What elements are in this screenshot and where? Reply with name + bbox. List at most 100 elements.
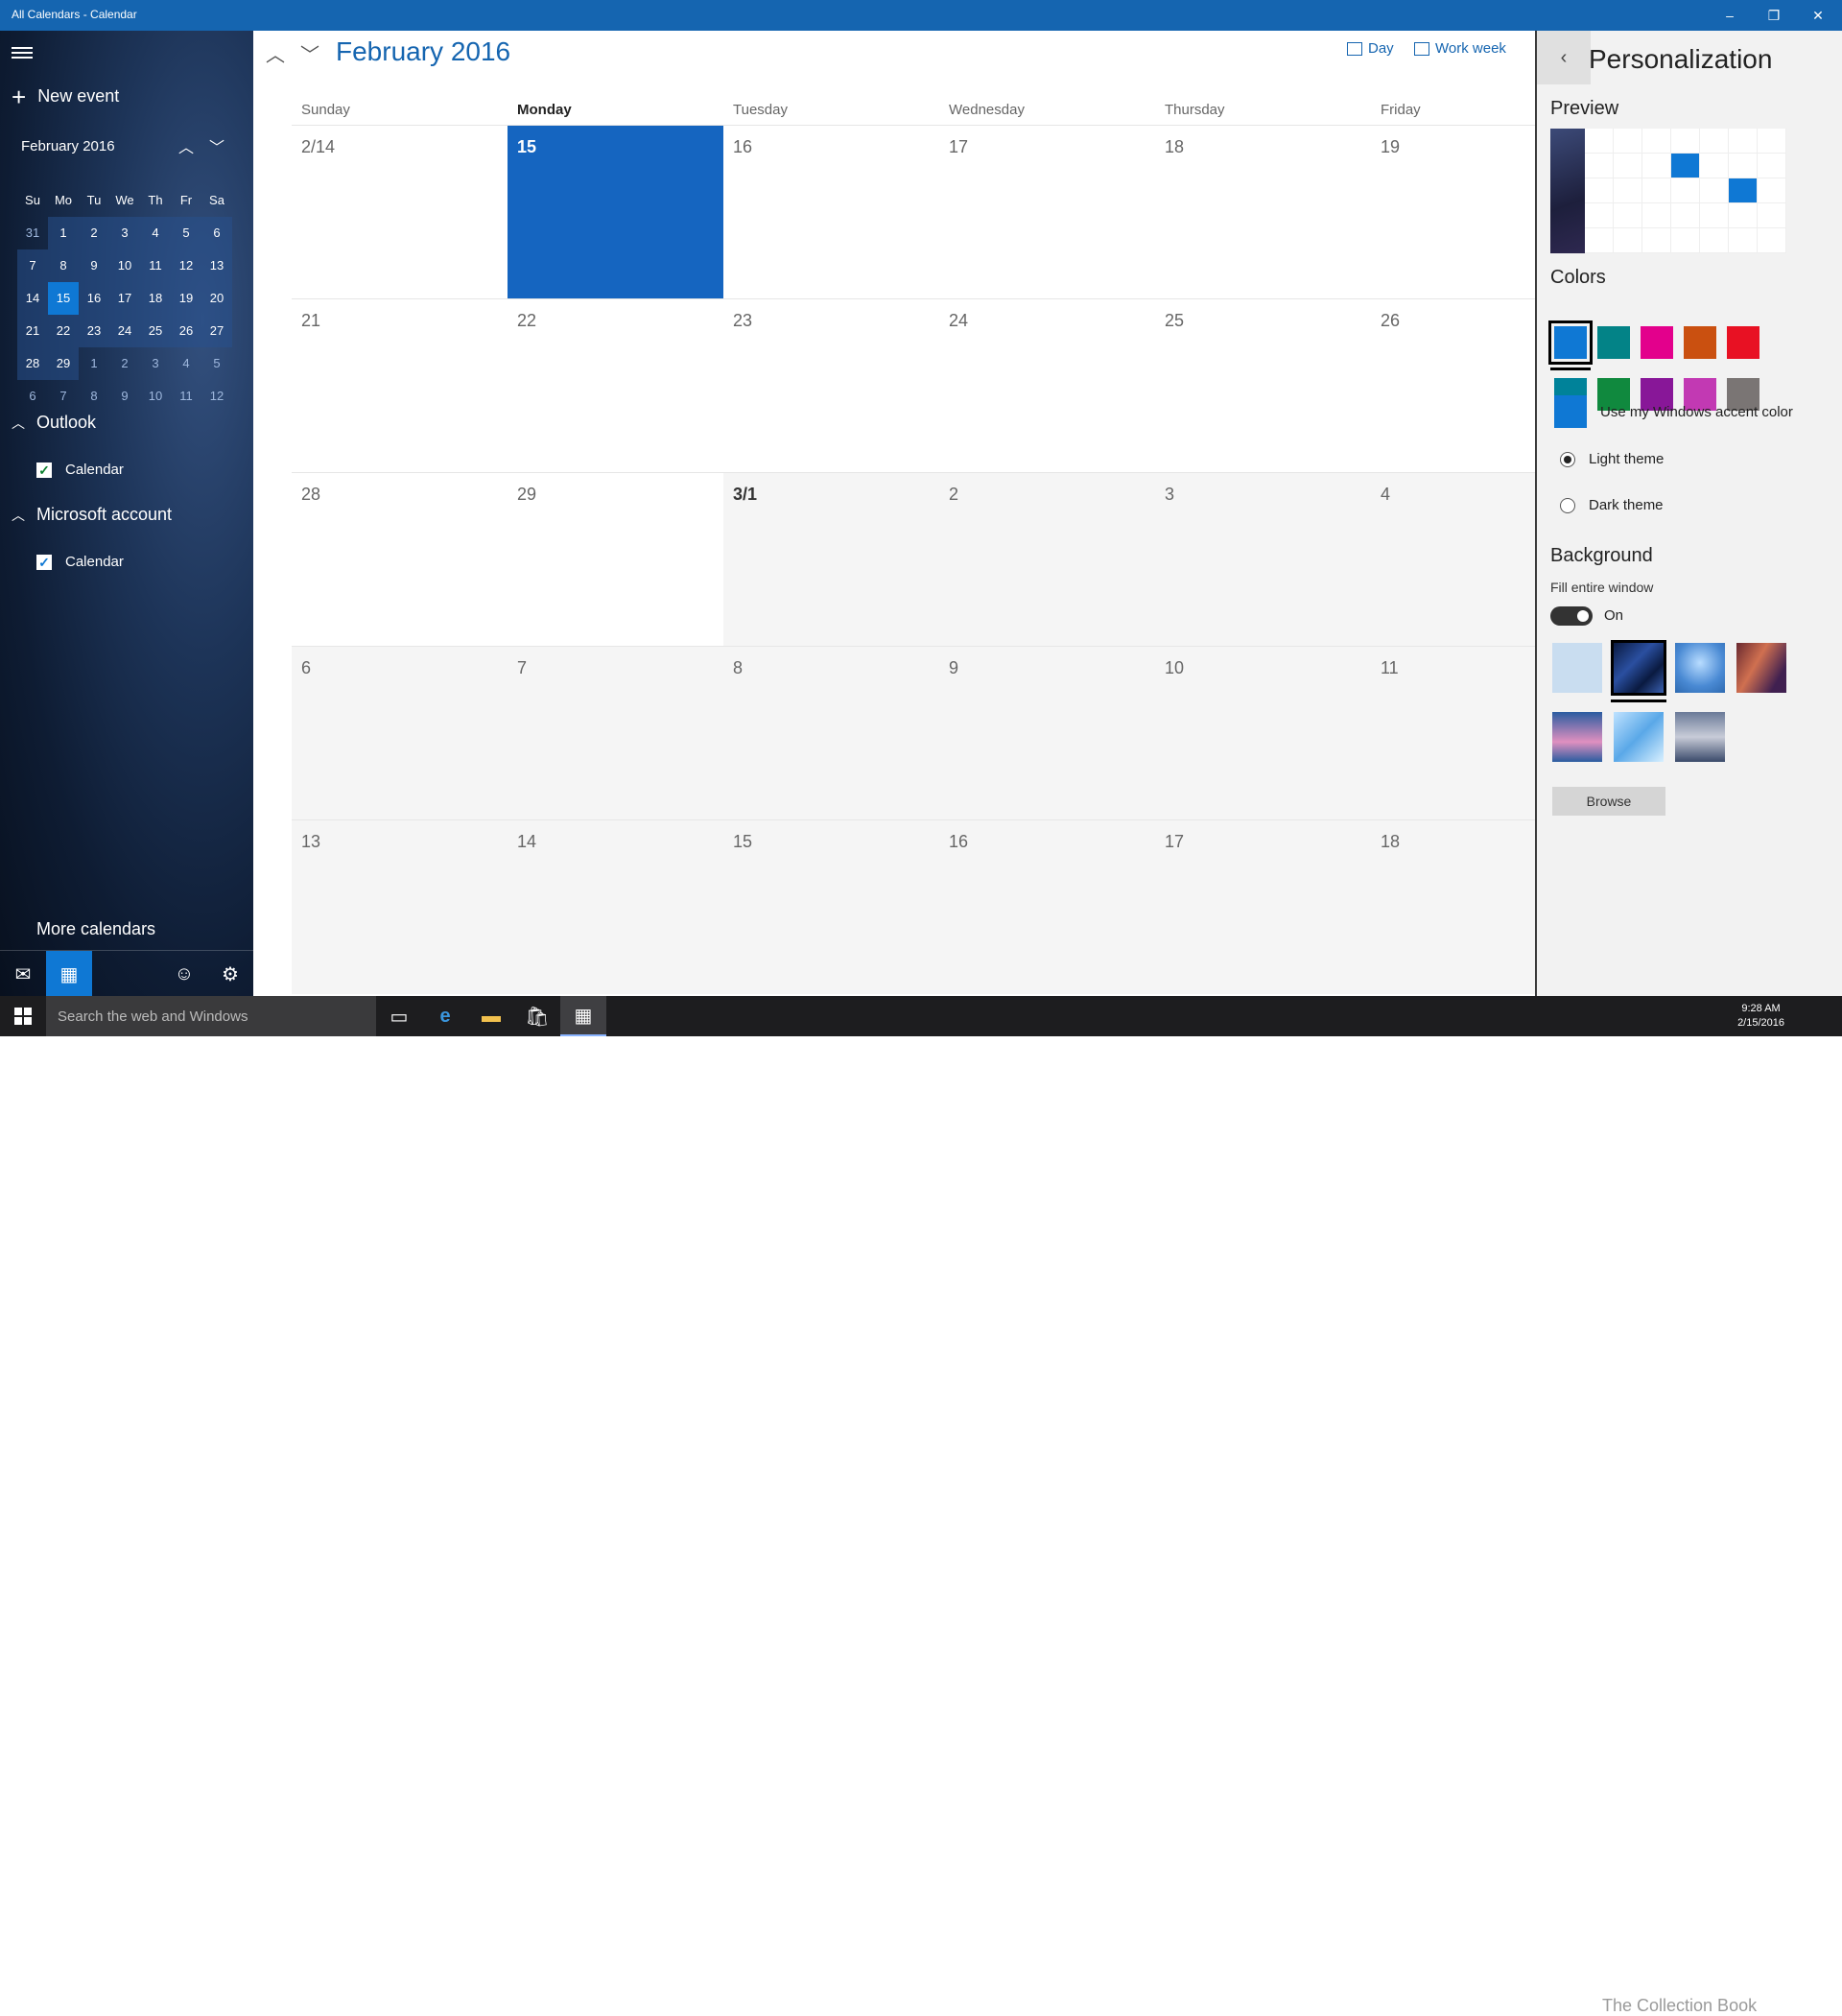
fill-window-toggle[interactable] <box>1550 606 1593 626</box>
mini-calendar-day[interactable]: 9 <box>109 380 140 413</box>
system-clock[interactable]: 9:28 AM 2/15/2016 <box>1737 1002 1784 1031</box>
mini-prev-month-icon[interactable]: ︿ <box>175 134 198 157</box>
day-cell[interactable]: 18 <box>1155 126 1371 299</box>
mini-calendar-day[interactable]: 12 <box>171 249 201 282</box>
day-cell[interactable]: 23 <box>723 299 939 473</box>
radio-unselected-icon[interactable] <box>1560 497 1575 513</box>
mini-calendar-day[interactable]: 6 <box>201 217 232 249</box>
day-cell[interactable]: 14 <box>508 820 723 994</box>
feedback-smiley-icon[interactable]: ☺ <box>161 951 207 996</box>
mini-calendar-day[interactable]: 28 <box>17 347 48 380</box>
taskbar-search-box[interactable]: Search the web and Windows <box>46 996 376 1036</box>
day-cell[interactable]: 19 <box>1371 126 1535 299</box>
calendar-app-icon[interactable]: ▦ <box>560 996 606 1036</box>
mini-calendar-day[interactable]: 15 <box>48 282 79 315</box>
color-swatch[interactable] <box>1548 320 1593 370</box>
mini-calendar-day[interactable]: 22 <box>48 315 79 347</box>
day-cell[interactable]: 29 <box>508 473 723 647</box>
day-cell[interactable]: 3/1 <box>723 473 939 647</box>
next-month-icon[interactable]: ﹀ <box>295 38 324 67</box>
day-cell[interactable]: 22 <box>508 299 723 473</box>
mini-calendar-day[interactable]: 26 <box>171 315 201 347</box>
radio-selected-icon[interactable] <box>1560 451 1575 467</box>
mini-calendar-day[interactable]: 4 <box>140 217 171 249</box>
mini-calendar-day[interactable]: 9 <box>79 249 109 282</box>
edge-browser-icon[interactable]: e <box>422 996 468 1036</box>
mini-calendar-day[interactable]: 7 <box>17 249 48 282</box>
windows-start-icon[interactable] <box>0 996 46 1036</box>
day-cell[interactable]: 17 <box>1155 820 1371 994</box>
day-cell[interactable]: 24 <box>939 299 1155 473</box>
mini-calendar-day[interactable]: 1 <box>79 347 109 380</box>
mini-calendar-day[interactable]: 16 <box>79 282 109 315</box>
day-cell[interactable]: 7 <box>508 647 723 820</box>
background-thumbnail-lake[interactable] <box>1675 712 1725 762</box>
previous-month-icon[interactable]: ︿ <box>261 38 290 67</box>
checkbox-checked-icon[interactable]: ✓ <box>36 462 52 478</box>
mini-calendar-day[interactable]: 5 <box>201 347 232 380</box>
mini-calendar-day[interactable]: 23 <box>79 315 109 347</box>
background-thumbnail-starry[interactable] <box>1611 640 1666 702</box>
mini-calendar-day[interactable]: 12 <box>201 380 232 413</box>
day-cell[interactable]: 4 <box>1371 473 1535 647</box>
mini-calendar-day[interactable]: 14 <box>17 282 48 315</box>
color-swatch[interactable] <box>1727 326 1759 359</box>
day-cell[interactable]: 16 <box>939 820 1155 994</box>
mini-calendar-day[interactable]: 2 <box>79 217 109 249</box>
mini-calendar-day[interactable]: 8 <box>48 249 79 282</box>
mini-calendar-day[interactable]: 13 <box>201 249 232 282</box>
mini-calendar-day[interactable]: 18 <box>140 282 171 315</box>
day-cell[interactable]: 9 <box>939 647 1155 820</box>
mini-calendar-day[interactable]: 27 <box>201 315 232 347</box>
mini-calendar-day[interactable]: 11 <box>140 249 171 282</box>
mini-calendar-day[interactable]: 5 <box>171 217 201 249</box>
dark-theme-radio[interactable]: Dark theme <box>1560 497 1664 513</box>
mini-calendar-day[interactable]: 2 <box>109 347 140 380</box>
day-view-button[interactable]: Day <box>1347 40 1394 57</box>
color-swatch[interactable] <box>1597 326 1630 359</box>
outlook-group[interactable]: ︿ Outlook <box>12 413 96 433</box>
file-explorer-icon[interactable]: ▬ <box>468 996 514 1036</box>
restore-button[interactable]: ❐ <box>1752 0 1796 31</box>
day-cell[interactable]: 13 <box>292 820 508 994</box>
color-swatch[interactable] <box>1684 326 1716 359</box>
mini-calendar-day[interactable]: 6 <box>17 380 48 413</box>
background-thumbnail-canyon[interactable] <box>1736 643 1786 693</box>
mini-calendar-day[interactable]: 3 <box>140 347 171 380</box>
browse-button[interactable]: Browse <box>1552 787 1665 816</box>
mini-calendar-day[interactable]: 3 <box>109 217 140 249</box>
mini-calendar-day[interactable]: 7 <box>48 380 79 413</box>
day-cell[interactable]: 21 <box>292 299 508 473</box>
mini-calendar-day[interactable]: 8 <box>79 380 109 413</box>
mini-calendar-day[interactable]: 25 <box>140 315 171 347</box>
day-cell[interactable]: 2/14 <box>292 126 508 299</box>
mini-calendar-day[interactable]: 20 <box>201 282 232 315</box>
day-cell[interactable]: 2 <box>939 473 1155 647</box>
minimize-button[interactable]: – <box>1708 0 1752 31</box>
day-cell[interactable]: 25 <box>1155 299 1371 473</box>
day-cell[interactable]: 28 <box>292 473 508 647</box>
close-button[interactable]: ✕ <box>1796 0 1840 31</box>
mini-calendar-day[interactable]: 19 <box>171 282 201 315</box>
day-cell[interactable]: 16 <box>723 126 939 299</box>
mini-next-month-icon[interactable]: ﹀ <box>205 134 228 157</box>
task-view-icon[interactable]: ▭ <box>376 996 422 1036</box>
color-swatch[interactable] <box>1641 326 1673 359</box>
day-cell[interactable]: 26 <box>1371 299 1535 473</box>
store-icon[interactable]: 🛍 <box>514 996 560 1036</box>
mini-calendar-day[interactable]: 1 <box>48 217 79 249</box>
mini-calendar-day[interactable]: 24 <box>109 315 140 347</box>
mini-calendar-day[interactable]: 29 <box>48 347 79 380</box>
day-cell[interactable]: 6 <box>292 647 508 820</box>
day-cell[interactable]: 11 <box>1371 647 1535 820</box>
background-thumbnail-crystal[interactable] <box>1614 712 1664 762</box>
mini-calendar-day[interactable]: 11 <box>171 380 201 413</box>
checkbox-checked-icon[interactable]: ✓ <box>36 554 52 570</box>
mini-calendar-day[interactable]: 10 <box>140 380 171 413</box>
back-arrow-icon[interactable]: ‹ <box>1537 31 1591 84</box>
mini-calendar-day[interactable]: 4 <box>171 347 201 380</box>
day-cell[interactable]: 10 <box>1155 647 1371 820</box>
mini-calendar-day[interactable]: 21 <box>17 315 48 347</box>
background-thumbnail-tree[interactable] <box>1675 643 1725 693</box>
more-calendars-link[interactable]: More calendars <box>36 919 155 939</box>
